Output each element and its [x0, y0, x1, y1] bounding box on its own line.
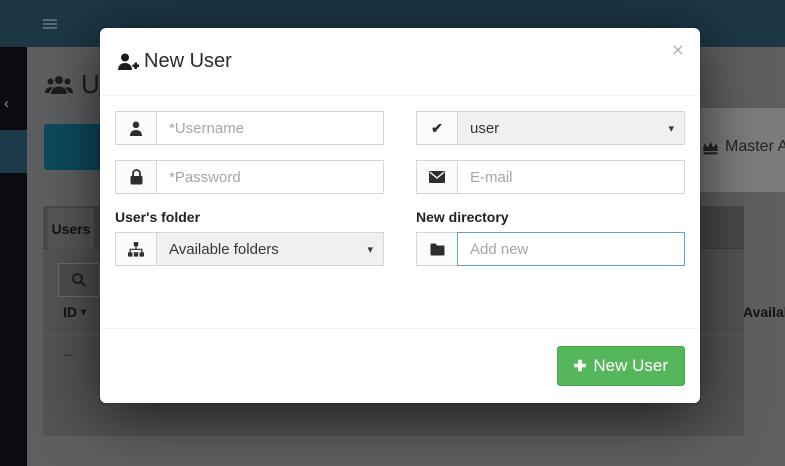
- username-field[interactable]: [156, 111, 384, 145]
- chevron-down-icon: ▾: [367, 243, 373, 256]
- menu-toggle-icon[interactable]: [40, 15, 60, 33]
- close-icon[interactable]: ×: [672, 42, 684, 60]
- tab-users-label: Users: [52, 221, 91, 237]
- role-select-value: user: [470, 120, 499, 137]
- table-row: --: [64, 346, 73, 362]
- username-group: [115, 111, 384, 145]
- available-folders-value: Available folders: [169, 241, 279, 258]
- sidebar-active-item[interactable]: [0, 130, 27, 173]
- new-user-submit-button[interactable]: ✚ New User: [557, 346, 685, 386]
- new-directory-group: [416, 232, 685, 266]
- sidebar: ‹: [0, 47, 27, 466]
- user-plus-icon: [117, 53, 139, 71]
- tab-users[interactable]: Users: [48, 208, 94, 249]
- new-user-submit-label: New User: [593, 356, 668, 376]
- available-folders-select[interactable]: Available folders ▾: [156, 232, 384, 266]
- column-header-folders: Available folders: [743, 304, 785, 320]
- role-group: ✔ user ▾: [416, 111, 685, 145]
- master-account-label: Master Account: [725, 138, 785, 156]
- new-user-modal: × New User: [100, 28, 700, 403]
- users-folder-label: User's folder: [115, 209, 384, 225]
- check-icon: ✔: [416, 111, 458, 145]
- email-group: [416, 160, 685, 194]
- new-directory-label: New directory: [416, 209, 685, 225]
- modal-title: New User: [144, 50, 232, 73]
- modal-footer: ✚ New User: [100, 328, 700, 403]
- search-icon: [71, 272, 87, 288]
- password-group: [115, 160, 384, 194]
- users-group-icon: [45, 74, 73, 96]
- sort-caret-icon: ▾: [81, 307, 86, 318]
- folder-select-group: Available folders ▾: [115, 232, 384, 266]
- column-header-id[interactable]: ID ▾: [63, 304, 86, 320]
- password-field[interactable]: [156, 160, 384, 194]
- master-account: Master Account: [702, 138, 785, 156]
- user-icon: [115, 111, 157, 145]
- sidebar-collapse-icon[interactable]: ‹: [4, 96, 9, 111]
- column-header-id-label: ID: [63, 304, 77, 320]
- folder-icon: [416, 232, 458, 266]
- new-directory-field[interactable]: [457, 232, 685, 266]
- sitemap-icon: [115, 232, 157, 266]
- role-select[interactable]: user ▾: [457, 111, 685, 145]
- modal-body: ✔ user ▾: [100, 96, 700, 328]
- search-addon: [58, 263, 100, 297]
- crown-icon: [702, 140, 719, 155]
- chevron-down-icon: ▾: [668, 122, 674, 135]
- lock-icon: [115, 160, 157, 194]
- email-field[interactable]: [457, 160, 685, 194]
- plus-icon: ✚: [574, 357, 587, 375]
- envelope-icon: [416, 160, 458, 194]
- modal-header: New User: [100, 28, 700, 96]
